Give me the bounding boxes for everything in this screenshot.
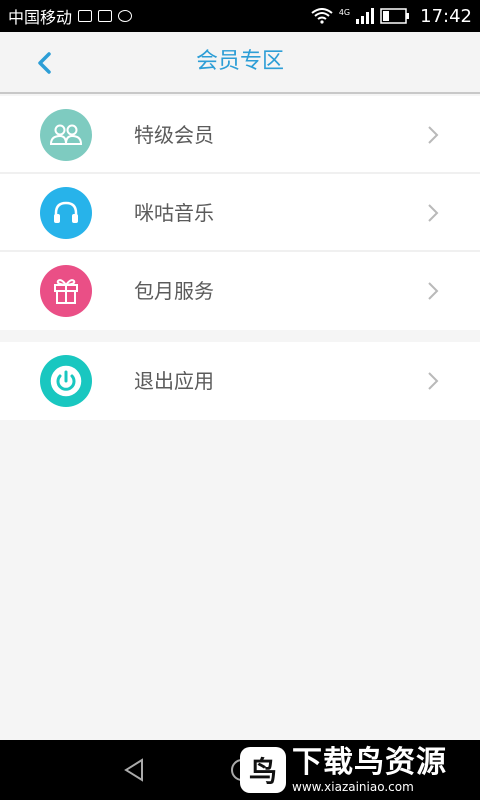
power-icon	[40, 355, 92, 407]
signal-icon	[356, 8, 375, 24]
keyboard-icon	[98, 10, 113, 22]
clock: 17:42	[420, 5, 472, 27]
nav-back-button[interactable]	[120, 756, 148, 784]
watermark-text: 下载鸟资源 www.xiazainiao.com	[292, 745, 447, 795]
watermark-title: 下载鸟资源	[292, 745, 447, 780]
menu-item-label: 退出应用	[134, 369, 214, 393]
chevron-right-icon	[428, 204, 439, 222]
menu-item-exit-app[interactable]: 退出应用	[0, 342, 480, 420]
members-icon	[40, 109, 92, 161]
chevron-right-icon	[428, 282, 439, 300]
page-title: 会员专区	[195, 49, 284, 74]
status-bar: 中国移动 4G 17:42	[0, 0, 480, 32]
carrier-name: 中国移动	[8, 8, 73, 27]
menu-item-label: 咪咕音乐	[134, 201, 214, 225]
app-bar: 会员专区	[0, 32, 480, 94]
bird-logo-icon: 鸟	[240, 747, 286, 793]
menu-item-migu-music[interactable]: 咪咕音乐	[0, 174, 480, 252]
member-menu-list: 特级会员 咪咕音乐 包月服务	[0, 96, 480, 330]
image-icon	[78, 10, 93, 22]
status-right: 4G 17:42	[311, 6, 472, 27]
exit-menu-list: 退出应用	[0, 342, 480, 420]
menu-item-label: 包月服务	[134, 279, 214, 303]
chevron-right-icon	[428, 372, 439, 390]
menu-item-premium-member[interactable]: 特级会员	[0, 96, 480, 174]
network-type-label: 4G	[338, 7, 351, 17]
app-notification-icon	[118, 10, 133, 22]
battery-icon	[380, 8, 410, 24]
menu-item-label: 特级会员	[134, 123, 214, 147]
chevron-right-icon	[428, 126, 439, 144]
watermark: 鸟 下载鸟资源 www.xiazainiao.com	[240, 744, 468, 796]
wifi-icon	[311, 8, 333, 24]
menu-item-monthly-service[interactable]: 包月服务	[0, 252, 480, 330]
headphones-icon	[40, 187, 92, 239]
status-left: 中国移动	[8, 4, 133, 28]
gift-icon	[40, 265, 92, 317]
watermark-url: www.xiazainiao.com	[292, 780, 414, 794]
